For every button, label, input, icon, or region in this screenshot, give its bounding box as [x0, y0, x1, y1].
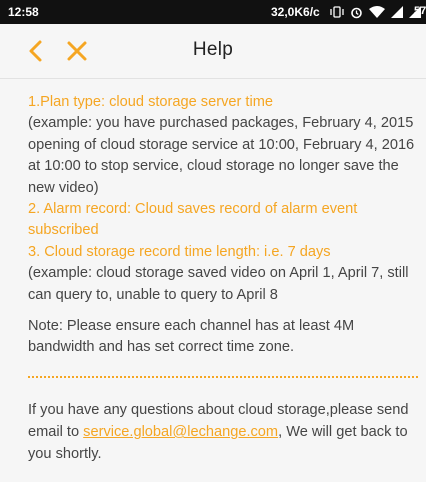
page-title: Help	[192, 39, 234, 60]
status-bar: 12:58 32,0K6/c 57	[0, 0, 426, 24]
help-item-1-title: 1.Plan type: cloud storage server time	[28, 94, 273, 110]
help-item-3-description: (example: cloud storage saved video on A…	[28, 265, 409, 303]
help-note: Note: Please ensure each channel has at …	[28, 318, 355, 356]
wifi-icon	[369, 6, 385, 18]
app-header: Help	[0, 24, 426, 79]
vibrate-icon	[330, 6, 344, 18]
status-time: 12:58	[8, 5, 39, 19]
alarm-icon	[351, 7, 362, 18]
help-item-3-title: 3. Cloud storage record time length: i.e…	[28, 243, 331, 260]
dotted-divider	[28, 376, 418, 378]
help-item-1-description: (example: you have purchased packages, F…	[28, 115, 415, 196]
status-icons	[330, 3, 426, 21]
network-speed: 32,0K6/c	[271, 5, 320, 19]
contact-section: If you have any questions about cloud st…	[28, 399, 420, 465]
signal-icon	[391, 6, 403, 18]
help-content: 1.Plan type: cloud storage server time (…	[28, 92, 420, 359]
battery-level: 57	[414, 5, 426, 17]
support-email-link[interactable]: service.global@lechange.com	[83, 424, 278, 440]
help-item-2-title: 2. Alarm record: Cloud saves record of a…	[28, 201, 358, 239]
